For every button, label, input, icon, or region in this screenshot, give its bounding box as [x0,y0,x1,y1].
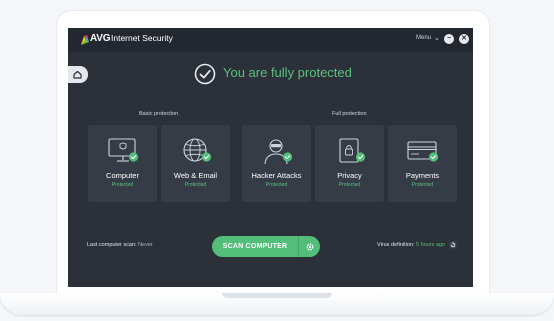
credit-card-icon [407,141,439,162]
gear-icon [306,243,314,251]
card-title: Computer [106,171,139,180]
scan-settings-button[interactable] [298,236,320,257]
chevron-down-icon[interactable]: ⌄ [434,34,440,42]
card-status: Protected [111,182,134,188]
last-scan-label: Last computer scan: [87,242,137,248]
home-button[interactable] [68,66,88,83]
scan-computer-button[interactable]: SCAN COMPUTER [212,236,298,257]
product-name: Internet Security [111,33,173,43]
card-title: Privacy [337,171,362,180]
virus-def-value: 5 hours ago [416,242,446,248]
hacker-icon [264,139,293,165]
card-status: Protected [184,182,207,188]
hacker-attacks-card[interactable]: Hacker Attacks Protected [242,125,311,202]
computer-icon [108,138,139,162]
last-scan-info: Last computer scan: Never [87,242,153,248]
card-status: Protected [338,182,361,188]
last-scan-value: Never [138,242,153,248]
minimize-button[interactable]: − [444,34,454,44]
home-icon [73,70,82,79]
protected-check-icon [194,63,216,85]
close-button[interactable]: ✕ [459,34,469,44]
protection-status: You are fully protected [223,65,352,80]
card-title: Payments [405,171,440,180]
globe-icon [183,138,212,162]
payments-card[interactable]: Payments Protected [388,125,457,202]
avg-logo: AVG [80,33,111,46]
app-window: AVG Internet Security Menu ⌄ − ✕ You are… [68,28,473,287]
full-protection-label: Full protection [332,111,367,117]
card-title: Web & Email [173,171,218,180]
menu-button[interactable]: Menu [416,35,431,41]
laptop-mockup: AVG Internet Security Menu ⌄ − ✕ You are… [0,0,554,321]
virus-def-label: Virus definition: [377,242,415,248]
refresh-icon[interactable] [449,241,457,249]
basic-protection-label: Basic protection [139,111,179,117]
card-status: Protected [411,182,434,188]
card-title: Hacker Attacks [251,171,302,180]
laptop-base [0,293,554,315]
card-status: Protected [265,182,288,188]
title-bar: AVG Internet Security Menu ⌄ − ✕ [68,28,473,52]
avg-logo-icon [81,35,89,45]
virus-definition-info: Virus definition: 5 hours ago [377,242,445,248]
brand-name: AVG [90,33,111,44]
laptop-base-notch [222,293,332,298]
computer-card[interactable]: Computer Protected [88,125,157,202]
web-email-card[interactable]: Web & Email Protected [161,125,230,202]
privacy-card[interactable]: Privacy Protected [315,125,384,202]
lock-icon [339,138,366,163]
